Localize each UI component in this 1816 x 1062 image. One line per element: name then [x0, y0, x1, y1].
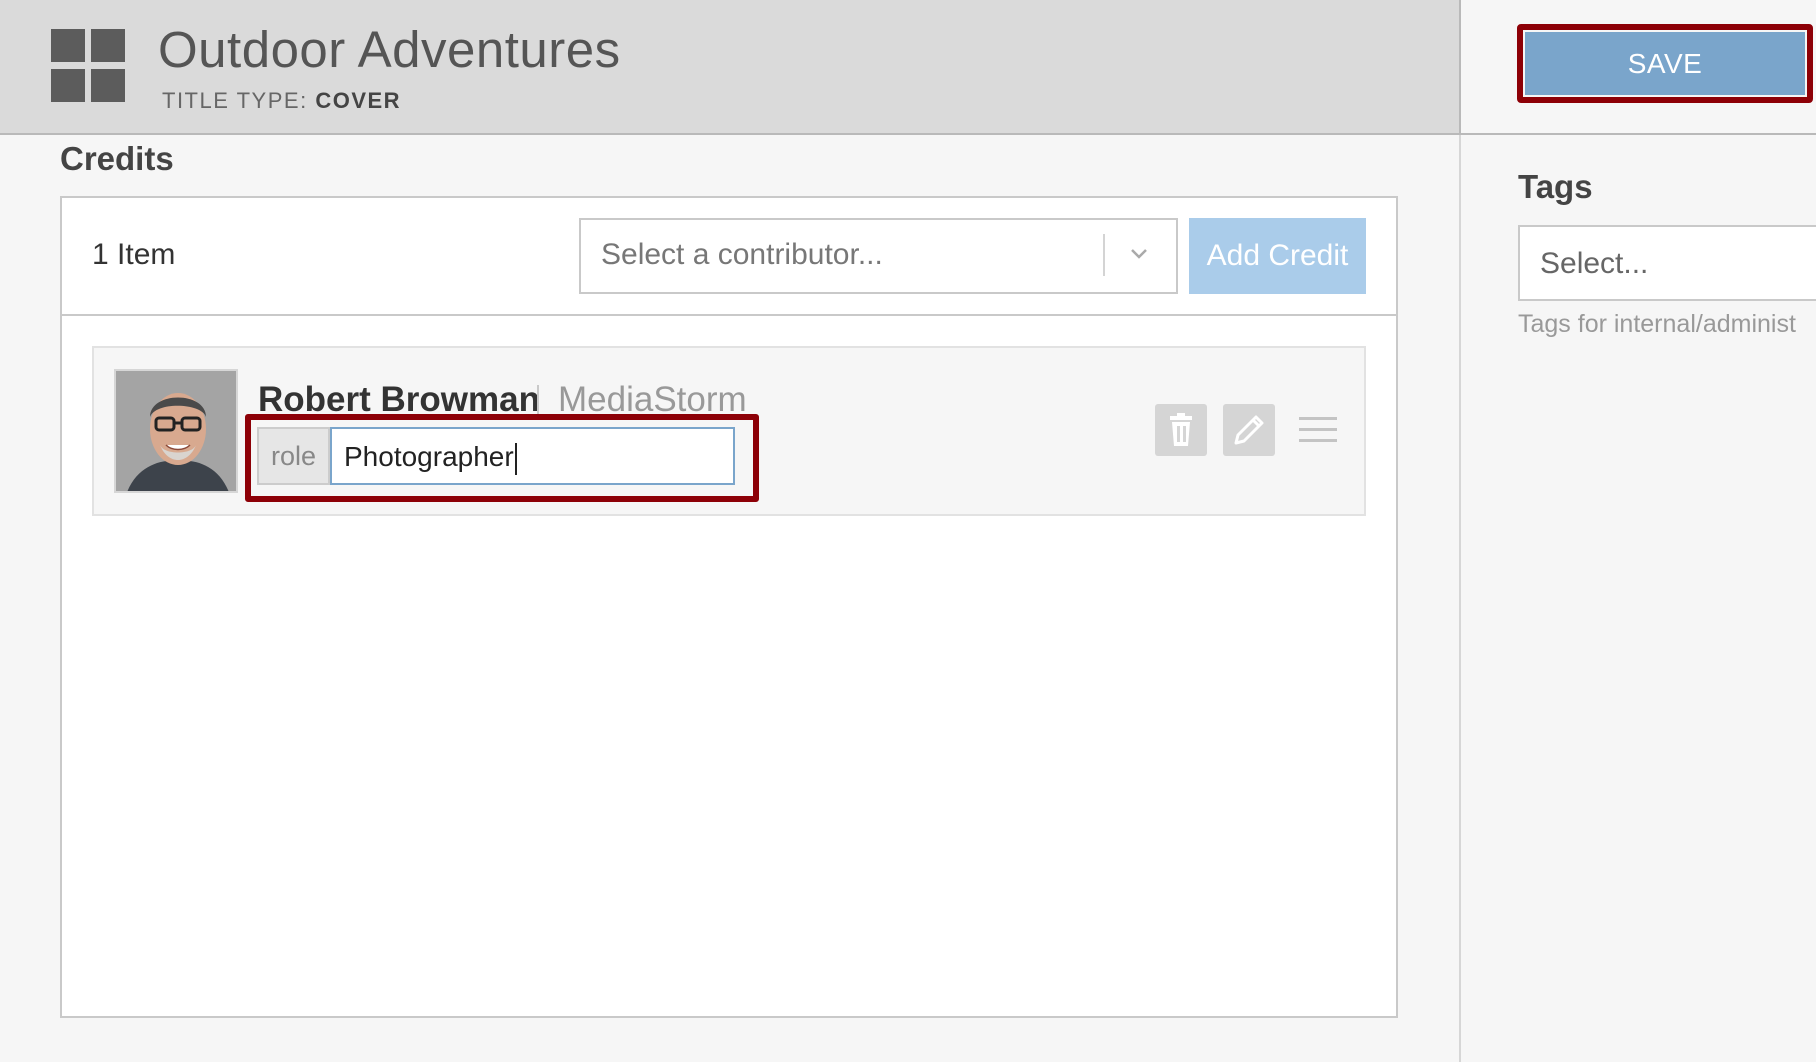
tags-help-text: Tags for internal/administ — [1518, 310, 1796, 338]
contributor-placeholder: Select a contributor... — [601, 238, 883, 271]
avatar-portrait-icon — [116, 371, 236, 491]
item-count: 1 Item — [92, 238, 176, 271]
title-type-value: COVER — [315, 88, 402, 113]
tags-placeholder: Select... — [1540, 247, 1649, 280]
credits-panel — [60, 196, 1398, 1018]
select-separator — [1103, 234, 1105, 276]
role-label: role — [257, 427, 330, 485]
edit-credit-button[interactable] — [1223, 404, 1275, 456]
credits-heading: Credits — [60, 140, 174, 177]
trash-icon — [1170, 413, 1192, 446]
tags-select[interactable]: Select... — [1518, 225, 1816, 301]
add-credit-button[interactable]: Add Credit — [1189, 218, 1366, 294]
tags-heading: Tags — [1518, 168, 1593, 205]
avatar — [114, 369, 238, 493]
text-caret — [514, 442, 517, 475]
pencil-icon — [1234, 415, 1264, 445]
grid-logo-icon — [51, 29, 125, 102]
save-button[interactable]: SAVE — [1525, 32, 1805, 95]
title-type: TITLE TYPE: COVER — [162, 88, 401, 114]
drag-handle-icon[interactable] — [1299, 417, 1337, 445]
delete-credit-button[interactable] — [1155, 404, 1207, 456]
page-title: Outdoor Adventures — [158, 21, 621, 78]
role-input-value: Photographer — [344, 441, 517, 475]
title-type-label: TITLE TYPE: — [162, 88, 308, 113]
chevron-down-icon[interactable] — [1130, 244, 1148, 262]
